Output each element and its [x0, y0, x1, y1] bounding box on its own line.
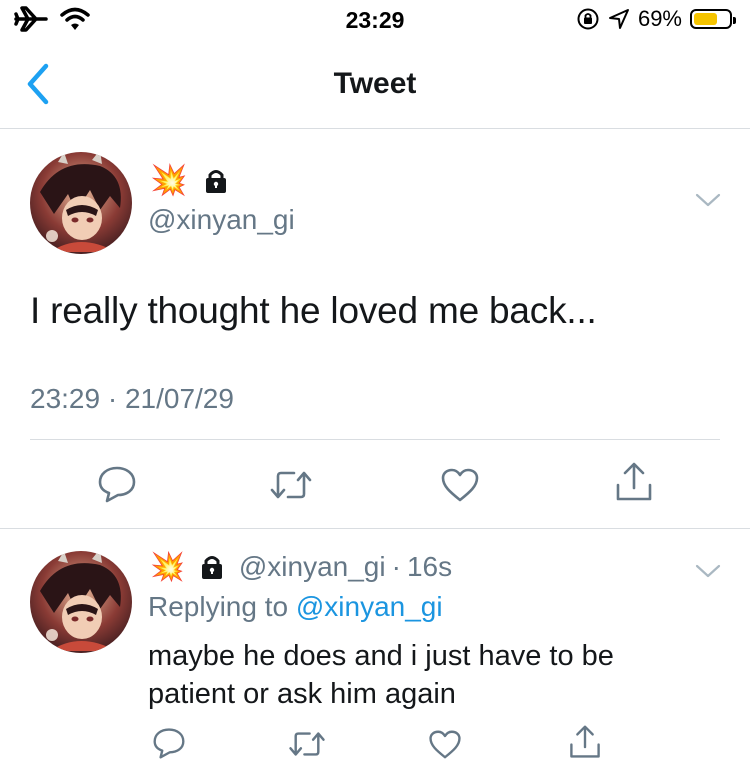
- nav-bar: Tweet: [0, 40, 750, 129]
- display-name-row: 💥: [150, 166, 229, 196]
- reply-tweet[interactable]: 💥 @xinyan_gi · 16s Replying to @xinyan_g…: [0, 529, 750, 782]
- reply-header: 💥 @xinyan_gi · 16s: [150, 551, 452, 583]
- retweet-icon: [289, 732, 325, 756]
- chevron-down-icon: [695, 564, 721, 578]
- replying-to-mention[interactable]: @xinyan_gi: [296, 591, 443, 622]
- display-name-emoji: 💥: [150, 551, 185, 582]
- location-icon: [608, 9, 629, 29]
- user-handle[interactable]: @xinyan_gi: [239, 551, 386, 583]
- rotation-lock-icon: [577, 8, 599, 30]
- avatar[interactable]: [30, 152, 132, 254]
- page-title: Tweet: [333, 67, 417, 100]
- separator-dot: ·: [391, 551, 401, 582]
- reply-button[interactable]: [152, 727, 186, 764]
- avatar-image: [30, 551, 132, 653]
- divider: [30, 439, 720, 440]
- lock-icon: [201, 556, 222, 579]
- reply-button[interactable]: [97, 465, 137, 508]
- status-bar: 23:29 69%: [0, 0, 750, 40]
- tweet-text: I really thought he loved me back...: [30, 290, 597, 331]
- reply-icon: [153, 728, 185, 759]
- share-icon: [570, 725, 600, 758]
- battery-icon: [690, 9, 736, 29]
- retweet-icon: [270, 471, 312, 499]
- display-name-emoji: 💥: [150, 164, 188, 197]
- share-button[interactable]: [568, 724, 602, 765]
- tweet-text: maybe he does and i just have to be pati…: [148, 640, 614, 710]
- like-icon: [441, 468, 479, 502]
- like-button[interactable]: [428, 729, 462, 765]
- reply-handle-group: @xinyan_gi · 16s: [239, 551, 452, 583]
- tweet-options-button[interactable]: [694, 190, 722, 210]
- lock-icon: [206, 170, 227, 193]
- retweet-button[interactable]: [268, 468, 314, 507]
- main-tweet: 💥 @xinyan_gi I really thought he loved m…: [0, 130, 750, 529]
- avatar[interactable]: [30, 551, 132, 653]
- relative-time: 16s: [406, 551, 453, 582]
- tweet-options-button[interactable]: [694, 561, 722, 581]
- avatar-image: [30, 152, 132, 254]
- like-icon: [429, 730, 461, 759]
- share-button[interactable]: [614, 461, 654, 508]
- reply-icon: [98, 466, 136, 503]
- share-icon: [616, 462, 652, 501]
- replying-to: Replying to @xinyan_gi: [148, 591, 443, 623]
- tweet-timestamp: 23:29 · 21/07/29: [30, 383, 234, 414]
- like-button[interactable]: [440, 467, 480, 508]
- replying-prefix: Replying to: [148, 591, 289, 622]
- battery-percent: 69%: [637, 6, 682, 31]
- chevron-down-icon: [695, 193, 721, 207]
- user-handle[interactable]: @xinyan_gi: [148, 204, 295, 236]
- retweet-button[interactable]: [287, 729, 327, 764]
- battery-fill: [694, 13, 718, 25]
- status-right-icons: 69%: [576, 6, 736, 32]
